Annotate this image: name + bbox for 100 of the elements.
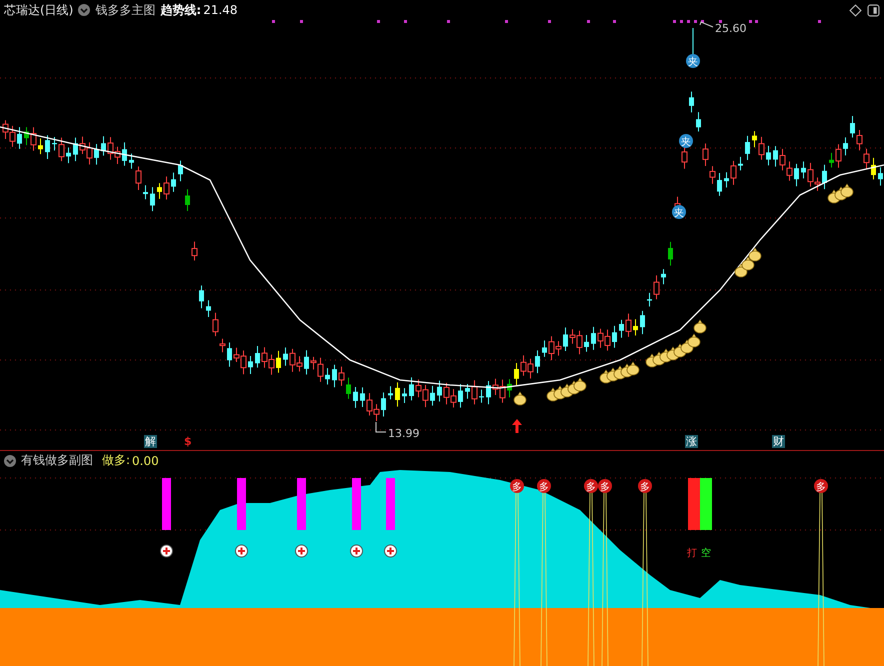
candlestick	[248, 356, 253, 374]
candlestick	[486, 380, 491, 405]
buy-marker: 多	[510, 479, 524, 493]
money-bag-icon	[840, 183, 854, 198]
candlestick	[661, 268, 666, 285]
candlestick	[388, 386, 393, 400]
candlestick	[150, 186, 155, 212]
candlestick	[626, 313, 632, 338]
money-bag-icon	[688, 333, 700, 348]
bar-label: 打	[687, 548, 697, 559]
dropdown-icon[interactable]	[78, 4, 90, 16]
candlestick	[766, 145, 771, 166]
arrow-up-icon	[512, 419, 522, 433]
candlestick	[338, 366, 344, 386]
candlestick	[38, 138, 43, 155]
candlestick	[730, 160, 736, 186]
candlestick	[612, 325, 617, 348]
candlestick	[332, 364, 337, 388]
candlestick	[689, 91, 694, 113]
money-bag-icon	[694, 319, 706, 334]
candlestick	[542, 340, 547, 358]
candlestick	[465, 383, 470, 400]
panel-toggle-icon[interactable]	[867, 4, 880, 16]
candlestick	[430, 385, 435, 406]
candlestick	[584, 334, 589, 352]
candlestick	[199, 284, 204, 309]
buy-marker: 多	[638, 479, 652, 493]
signal-label: 涨	[685, 435, 698, 448]
indicator-name: 有钱做多副图	[21, 452, 93, 469]
candlestick	[619, 319, 624, 338]
signal-marker: 夹	[679, 134, 693, 148]
buy-bar	[688, 478, 700, 530]
buy-marker: 多	[537, 479, 551, 493]
candlestick	[822, 164, 827, 190]
signal-bar	[386, 478, 395, 530]
money-bag-icon	[748, 247, 762, 262]
stock-title: 芯瑞达(日线)	[4, 2, 74, 18]
low-price-label: 13.99	[388, 427, 420, 440]
signal-bar	[352, 478, 361, 530]
candlestick	[647, 292, 652, 307]
candlestick	[801, 161, 806, 179]
signal-bar	[237, 478, 246, 530]
candlestick	[794, 163, 799, 187]
candlestick	[640, 310, 645, 335]
candlestick	[458, 384, 463, 408]
candlestick	[283, 346, 288, 366]
candlestick	[129, 153, 134, 170]
candlestick	[437, 380, 442, 402]
signal-label: $	[183, 435, 193, 448]
candlestick	[717, 172, 722, 196]
candlestick	[696, 112, 701, 132]
high-price-label: 25.60	[715, 22, 746, 35]
candlestick	[185, 188, 190, 212]
dropdown-icon[interactable]	[4, 454, 16, 466]
candlestick	[514, 362, 519, 386]
candlestick	[73, 137, 78, 162]
candlestick	[325, 368, 330, 386]
candlestick	[58, 137, 64, 162]
candlestick	[829, 152, 834, 168]
candlestick	[472, 380, 478, 405]
candlestick	[157, 182, 162, 200]
candlestick	[94, 143, 99, 166]
candlestick	[752, 130, 757, 148]
candlestick	[745, 135, 750, 160]
low-price-leader-line	[376, 422, 386, 432]
value-label: 做多:	[102, 452, 130, 469]
candlestick	[724, 172, 729, 188]
candlestick	[654, 274, 660, 300]
candlestick	[304, 350, 309, 376]
candlestick	[563, 326, 568, 352]
trend-label: 趋势线:	[160, 2, 202, 18]
buy-marker: 多	[584, 479, 598, 493]
candlestick	[164, 176, 170, 200]
candlestick	[738, 156, 743, 171]
candlestick	[360, 386, 365, 408]
money-bag-icon	[626, 361, 640, 376]
candlestick	[143, 184, 148, 200]
candlestick	[843, 136, 848, 156]
trend-value: 21.48	[203, 3, 238, 17]
high-price-leader-line	[700, 21, 714, 28]
candlestick	[52, 136, 57, 151]
candlestick	[668, 241, 673, 266]
value-reading: 0.00	[132, 454, 159, 468]
bar-label: 空	[701, 548, 711, 559]
candlestick	[276, 350, 281, 374]
candlestick	[45, 134, 50, 160]
indicator-name: 钱多多主图	[95, 2, 156, 18]
candlestick	[878, 166, 883, 186]
candlestick	[682, 146, 688, 170]
money-bag-icon	[514, 391, 526, 406]
candlestick	[871, 157, 876, 180]
money-bag-icon	[574, 377, 586, 392]
candlestick	[192, 241, 198, 261]
candlestick	[758, 136, 764, 160]
candlestick	[535, 350, 540, 374]
candlestick	[206, 300, 211, 318]
money-bag-icon	[742, 256, 754, 270]
candlestick	[136, 166, 142, 191]
diamond-icon[interactable]	[849, 4, 862, 16]
candlestick	[381, 392, 386, 418]
